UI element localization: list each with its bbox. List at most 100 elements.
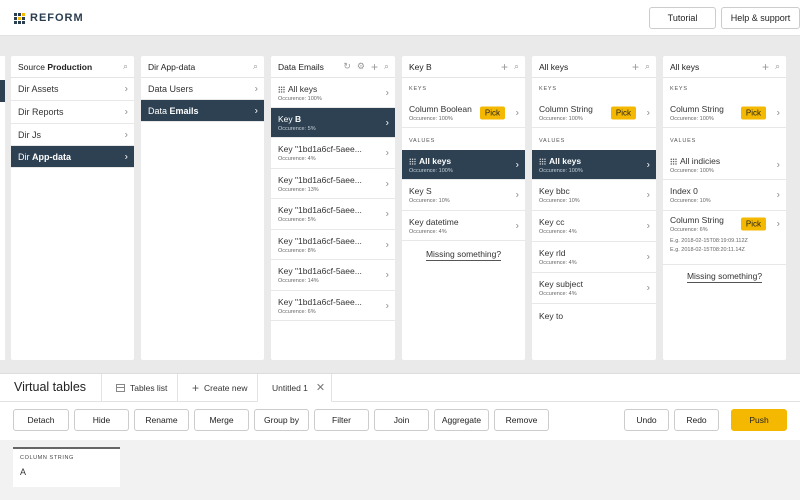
list-item[interactable]: Key "1bd1a6cf-5aee... Occurence: 5% › <box>271 199 395 230</box>
chevron-right-icon: › <box>515 189 519 201</box>
list-item-data-emails[interactable]: Data Emails › <box>141 100 264 122</box>
list-item-dir-reports[interactable]: Dir Reports › <box>11 101 134 124</box>
chevron-right-icon: › <box>646 159 650 170</box>
chevron-right-icon: › <box>646 251 650 263</box>
push-button[interactable]: Push <box>731 409 787 431</box>
value-item-index-0[interactable]: Index 0 Occurence: 10% › <box>663 180 786 211</box>
example-value: E.g. 2018-02-15T08:19:09.112Z <box>670 238 748 244</box>
chevron-right-icon: › <box>646 282 650 294</box>
help-support-button[interactable]: Help & support <box>721 7 800 29</box>
value-item-key-to[interactable]: Key to <box>532 304 656 328</box>
gear-icon[interactable]: ⚙ <box>357 61 365 72</box>
add-icon[interactable]: + <box>371 61 378 73</box>
section-label-values: VALUES <box>670 138 697 144</box>
remove-button[interactable]: Remove <box>494 409 549 431</box>
value-item-key-rld[interactable]: Key rld Occurence: 4% › <box>532 242 656 273</box>
list-item-dir-assets[interactable]: Dir Assets › <box>11 78 134 101</box>
chevron-right-icon: › <box>385 117 389 128</box>
join-button[interactable]: Join <box>374 409 429 431</box>
tab-label: Tables list <box>130 383 168 393</box>
list-item-dir-js[interactable]: Dir Js › <box>11 124 134 146</box>
add-icon[interactable]: + <box>501 61 508 73</box>
close-icon[interactable]: ✕ <box>316 381 325 394</box>
rename-button[interactable]: Rename <box>134 409 189 431</box>
chevron-right-icon: › <box>124 83 128 95</box>
key-item-column-string[interactable]: Column String Occurence: 100% Pick › <box>532 98 656 128</box>
column-title: All keys <box>539 61 569 72</box>
missing-something-link[interactable]: Missing something? <box>663 264 786 283</box>
value-item-all-keys[interactable]: All keys Occurence: 100% › <box>532 150 656 180</box>
search-icon[interactable]: ⌕ <box>384 61 389 72</box>
chevron-right-icon: › <box>385 178 389 189</box>
list-item[interactable]: Key "1bd1a6cf-5aee... Occurence: 13% › <box>271 169 395 199</box>
search-icon[interactable]: ⌕ <box>253 61 258 72</box>
value-item-all-indicies[interactable]: All indicies Occurence: 100% › <box>663 150 786 180</box>
undo-button[interactable]: Undo <box>624 409 669 431</box>
pick-button[interactable]: Pick <box>740 217 766 231</box>
value-item-column-string[interactable]: Column String Occurence: 6% Pick › <box>663 211 786 237</box>
column-key-b: Key B + ⌕ KEYS Column Boolean Occurence:… <box>402 56 525 360</box>
chevron-right-icon: › <box>385 239 389 250</box>
list-item-data-users[interactable]: Data Users › <box>141 78 264 100</box>
chevron-right-icon: › <box>515 159 519 170</box>
search-icon[interactable]: ⌕ <box>514 61 519 72</box>
list-item[interactable]: Key "1bd1a6cf-5aee... Occurence: 4% › <box>271 138 395 169</box>
table-icon <box>116 384 125 392</box>
filter-button[interactable]: Filter <box>314 409 369 431</box>
chevron-right-icon: › <box>385 269 389 281</box>
tab-create-new[interactable]: + Create new <box>177 374 257 402</box>
group-by-button[interactable]: Group by <box>254 409 309 431</box>
pick-button[interactable]: Pick <box>740 106 766 119</box>
pick-button[interactable]: Pick <box>479 106 505 119</box>
list-item[interactable]: Key "1bd1a6cf-5aee... Occurence: 8% › <box>271 230 395 260</box>
hide-button[interactable]: Hide <box>74 409 129 431</box>
aggregate-button[interactable]: Aggregate <box>434 409 489 431</box>
virtual-table-canvas: COLUMN STRING A <box>0 440 800 500</box>
tab-untitled-1[interactable]: Untitled 1 ✕ <box>257 374 332 402</box>
search-icon[interactable]: ⌕ <box>775 61 780 72</box>
add-icon[interactable]: + <box>632 61 639 73</box>
section-label-values: VALUES <box>409 138 436 144</box>
value-item-key-subject[interactable]: Key subject Occurence: 4% › <box>532 273 656 304</box>
previous-column-stub[interactable] <box>0 56 5 360</box>
chevron-right-icon: › <box>776 218 780 230</box>
value-item-key-datetime[interactable]: Key datetime Occurence: 4% › <box>402 211 525 241</box>
value-item-all-keys[interactable]: All keys Occurence: 100% › <box>402 150 525 180</box>
column-value: A <box>20 467 27 477</box>
search-icon[interactable]: ⌕ <box>645 61 650 72</box>
chevron-right-icon: › <box>385 208 389 220</box>
search-icon[interactable]: ⌕ <box>123 61 128 72</box>
logo[interactable]: REFORM <box>14 12 84 24</box>
refresh-icon[interactable]: ↻ <box>343 61 351 72</box>
list-item-dir-app-data[interactable]: Dir App-data › <box>11 146 134 168</box>
pick-button[interactable]: Pick <box>610 106 636 119</box>
grid-icon <box>670 157 677 165</box>
virtual-column-card[interactable]: COLUMN STRING A <box>13 447 120 487</box>
value-item-key-bbc[interactable]: Key bbc Occurence: 10% › <box>532 180 656 211</box>
merge-button[interactable]: Merge <box>194 409 249 431</box>
app-header: REFORM Tutorial Help & support <box>0 0 800 36</box>
column-title: Key B <box>409 61 432 72</box>
chevron-right-icon: › <box>124 129 128 140</box>
section-label-keys: KEYS <box>539 86 557 92</box>
detach-button[interactable]: Detach <box>13 409 69 431</box>
key-item-column-string[interactable]: Column String Occurence: 100% Pick › <box>663 98 786 128</box>
section-label-keys: KEYS <box>670 86 688 92</box>
list-item-all-keys[interactable]: All keys Occurence: 100% › <box>271 78 395 108</box>
tutorial-button[interactable]: Tutorial <box>649 7 716 29</box>
value-item-key-cc[interactable]: Key cc Occurence: 4% › <box>532 211 656 242</box>
list-item[interactable]: Key "1bd1a6cf-5aee... Occurence: 14% › <box>271 260 395 291</box>
add-icon[interactable]: + <box>762 61 769 73</box>
plus-icon: + <box>192 381 200 395</box>
list-item-key-b[interactable]: Key B Occurence: 5% › <box>271 108 395 138</box>
column-header: Data Emails ↻ ⚙ + ⌕ <box>271 56 395 78</box>
key-item-column-boolean[interactable]: Column Boolean Occurence: 100% Pick › <box>402 98 525 128</box>
missing-something-link[interactable]: Missing something? <box>402 249 525 261</box>
list-item[interactable]: Key "1bd1a6cf-5aee... Occurence: 6% › <box>271 291 395 321</box>
example-value: E.g. 2018-02-15T08:20:11.14Z <box>670 247 745 253</box>
tab-tables-list[interactable]: Tables list <box>101 374 177 402</box>
chevron-right-icon: › <box>776 159 780 170</box>
chevron-right-icon: › <box>254 83 258 94</box>
redo-button[interactable]: Redo <box>674 409 719 431</box>
value-item-key-s[interactable]: Key S Occurence: 10% › <box>402 180 525 211</box>
